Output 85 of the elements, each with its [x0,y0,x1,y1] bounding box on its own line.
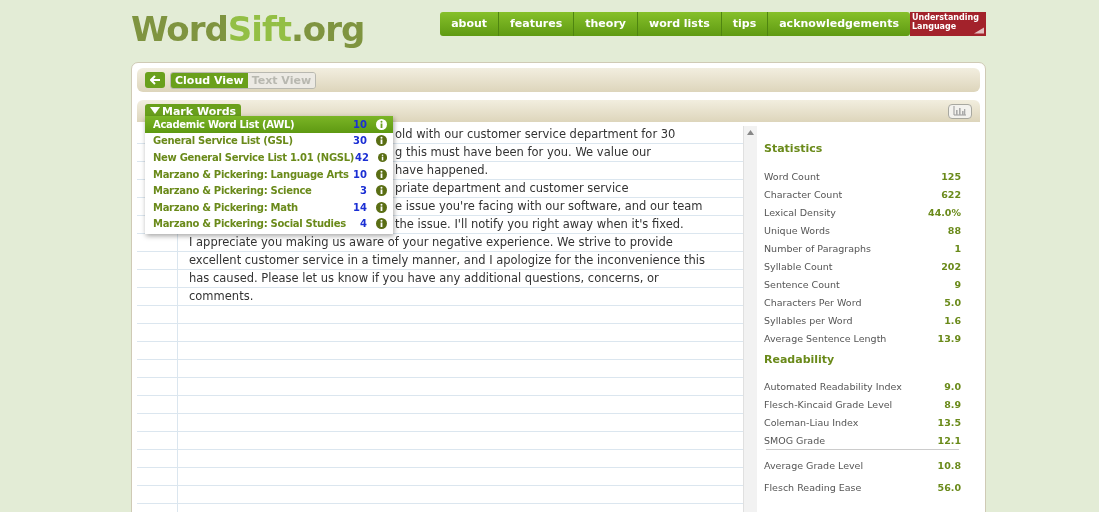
stat-value: 1.6 [944,314,961,326]
info-icon[interactable] [376,185,387,197]
word-list-name: Marzano & Pickering: Social Studies [153,218,347,230]
stat-value: 8.9 [944,398,961,410]
text-line: e issue you're facing with our software, and our team [394,198,703,215]
stat-label: SMOG Grade [764,434,826,446]
info-icon[interactable] [376,118,387,130]
stat-value: 13.5 [937,416,961,428]
word-list-name: New General Service List 1.01 (NGSL) [153,152,355,163]
stat-label: Automated Readability Index [764,380,902,392]
word-list-name: Academic Word List (AWL) [153,118,296,130]
text-line: I appreciate you making us aware of your negative experience. We strive to provide [188,234,673,251]
word-list-name: Marzano & Pickering: Math [153,201,299,213]
left-arrow-icon [149,75,161,85]
scroll-up-icon[interactable] [747,130,754,135]
bar-chart-icon [953,106,967,116]
stat-label: Flesch-Kincaid Grade Level [764,398,893,410]
stat-value: 5.0 [944,296,961,308]
stat-value: 9 [954,278,961,290]
partner-logo[interactable]: Understanding Language [910,12,986,36]
info-icon[interactable] [377,152,387,163]
site-logo[interactable]: WordSift.org [131,9,365,49]
stat-value: 88 [947,224,961,236]
stat-label: Coleman-Liau Index [764,416,859,428]
word-list-item[interactable]: Marzano & Pickering: Math 14 [145,198,393,216]
stat-label: Flesch Reading Ease [764,481,862,493]
text-line: g this must have been for you. We value our [394,144,651,161]
word-list-item[interactable]: Marzano & Pickering: Social Studies 4 [145,215,393,233]
text-line: has caused. Please let us know if you have any additional questions, concerns, or [188,270,659,287]
scrollbar[interactable] [743,126,757,512]
word-list-item[interactable]: Academic Word List (AWL) 10 [145,116,393,133]
word-count: 4 [359,218,367,230]
text-line: old with our customer service department for 30 [394,126,676,143]
info-icon[interactable] [376,135,387,147]
stat-label: Word Count [764,170,820,182]
stat-label: Unique Words [764,224,830,236]
word-count: 14 [352,201,367,213]
word-list-item[interactable]: Marzano & Pickering: Science 3 [145,182,393,199]
view-tab[interactable]: Cloud View [171,72,248,88]
stat-label: Syllable Count [764,260,833,272]
text-line: priate department and customer service [394,180,629,197]
info-icon[interactable] [376,201,387,213]
stat-value: 12.1 [937,434,961,446]
stat-value: 56.0 [937,481,961,493]
section-title: Readability [764,353,836,366]
nav-link[interactable]: theory [573,12,637,36]
word-list-item[interactable]: New General Service List 1.01 (NGSL)42 [145,149,393,166]
info-icon[interactable] [376,218,387,230]
stat-value: 13.9 [937,332,961,344]
word-count: 3 [359,185,367,197]
nav-link[interactable]: about [440,12,499,36]
stat-value: 125 [941,170,961,182]
text-line: have happened. [394,162,489,179]
stat-value: 44.0% [928,206,961,218]
word-list-item[interactable]: Marzano & Pickering: Language Arts 10 [145,165,393,183]
stat-label: Average Sentence Length [764,332,887,344]
stat-value: 9.0 [944,380,961,392]
stat-label: Sentence Count [764,278,840,290]
stat-value: 1 [954,242,961,254]
text-line: comments. [188,288,254,305]
stat-label: Characters Per Word [764,296,862,308]
nav-link[interactable]: tips [720,12,768,36]
word-list-name: Marzano & Pickering: Science [153,185,313,197]
stat-label: Character Count [764,188,843,200]
nav-link[interactable]: word lists [637,12,721,36]
word-count: 10 [352,168,367,180]
section-title: Statistics [764,142,824,155]
stat-label: Number of Paragraphs [764,242,871,254]
word-count: 42 [354,152,369,163]
text-line: the issue. I'll notify you right away when it's fixed. [394,216,684,233]
text-line: excellent customer service in a timely manner, and I apologize for the inconvenience this [188,252,705,269]
back-button[interactable] [145,72,165,88]
word-count: 30 [352,135,367,147]
word-list-name: General Service List (GSL) [153,135,294,147]
stat-value: 10.8 [937,459,961,471]
word-list-item[interactable]: General Service List (GSL) 30 [145,132,393,150]
word-list-name: Marzano & Pickering: Language Arts [153,168,349,180]
stat-value: 622 [941,188,961,200]
word-count: 10 [352,118,367,130]
stat-label: Lexical Density [764,206,836,218]
nav-link[interactable]: features [498,12,574,36]
stat-label: Average Grade Level [764,459,864,471]
stat-value: 202 [941,260,961,272]
info-icon[interactable] [376,168,387,180]
stat-label: Syllables per Word [764,314,853,326]
